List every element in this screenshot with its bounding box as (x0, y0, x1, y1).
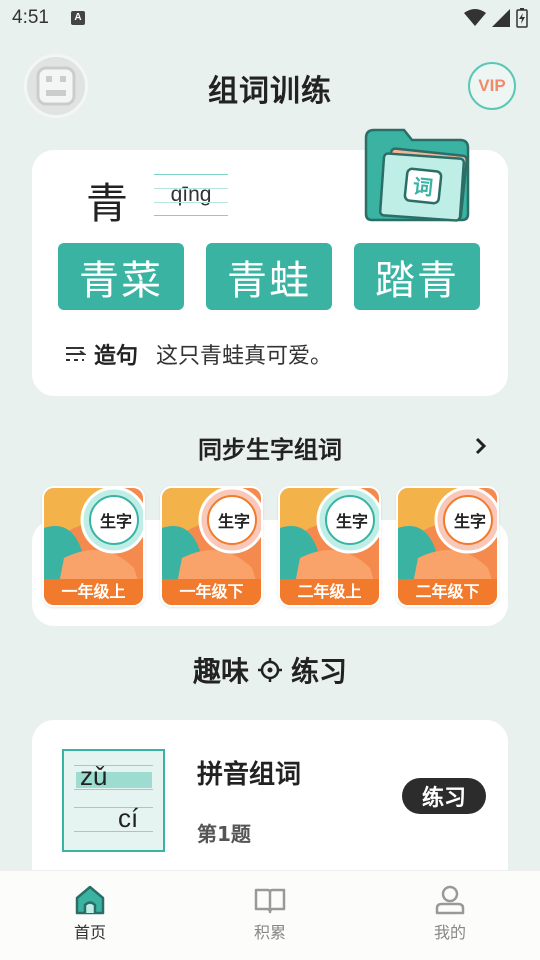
nav-item-home[interactable]: 首页 (30, 885, 150, 943)
thumb-pinyin-1: zǔ (80, 761, 108, 791)
fun-title-right: 练习 (291, 655, 348, 688)
practice-name: 拼音组词 (197, 760, 302, 790)
grade-tile-2[interactable]: 生字 一年级下 (160, 486, 263, 607)
grade-tile-4[interactable]: 生字 二年级下 (396, 486, 499, 607)
thumb-pinyin-2: cí (118, 803, 139, 833)
book-icon (254, 888, 286, 914)
battery-icon (516, 8, 528, 28)
nav-label-accumulate: 积累 (253, 923, 286, 942)
chevron-right-icon[interactable] (472, 436, 488, 456)
word-button-2[interactable]: 青蛙 (206, 243, 332, 310)
grade-seal-text: 生字 (217, 512, 250, 531)
sync-section-title: 同步生字组词 (198, 436, 342, 464)
page-title: 组词训练 (208, 74, 332, 109)
nav-label-mine: 我的 (433, 923, 466, 942)
grade-label: 二年级上 (280, 579, 379, 605)
grade-seal-text: 生字 (453, 512, 486, 531)
sentence-label: 造句 (94, 344, 139, 369)
pinyin-thumbnail: zǔ cí (62, 749, 165, 852)
practice-progress: 第1题 (197, 822, 251, 846)
sentence-text: 这只青蛙真可爱。 (156, 344, 333, 369)
words-row: 青菜 青蛙 踏青 (58, 243, 480, 310)
grade-tile-1[interactable]: 生字 一年级上 (42, 486, 145, 607)
pinyin-label: qīng (154, 174, 228, 216)
grade-row: 生字 一年级上 生字 一年级下 生字 二年级上 生字 二年级下 (42, 486, 499, 607)
practice-button[interactable]: 练习 (402, 778, 486, 814)
practice-card[interactable]: zǔ cí 拼音组词 第1题 练习 (32, 720, 508, 890)
target-icon (258, 658, 282, 682)
nav-item-accumulate[interactable]: 积累 (210, 885, 330, 943)
signal-icon (492, 9, 510, 27)
folder-glyph: 词 (412, 174, 434, 200)
grade-tile-3[interactable]: 生字 二年级上 (278, 486, 381, 607)
word-button-3[interactable]: 踏青 (354, 243, 480, 310)
status-time: 4:51 (12, 7, 49, 28)
home-icon (75, 885, 105, 915)
nav-item-mine[interactable]: 我的 (390, 885, 510, 943)
word-button-1[interactable]: 青菜 (58, 243, 184, 310)
grade-seal-text: 生字 (335, 512, 368, 531)
grade-label: 二年级下 (398, 579, 497, 605)
grade-seal-text: 生字 (99, 512, 132, 531)
nav-label-home: 首页 (73, 923, 106, 942)
sentence-row: 造句 这只青蛙真可爱。 (64, 338, 332, 370)
main-character: 青 (86, 179, 129, 228)
thumb-line (74, 831, 153, 832)
wifi-icon (464, 9, 486, 26)
folder-icon: 词 (364, 128, 470, 222)
notification-icon: A (70, 11, 85, 25)
sentence-icon (66, 347, 86, 361)
header: 组词训练 VIP (0, 54, 540, 118)
fun-title-left: 趣味 (192, 655, 249, 688)
grade-label: 一年级上 (44, 579, 143, 605)
bottom-nav: 首页 积累 我的 (0, 870, 540, 960)
status-icons (464, 8, 528, 28)
person-icon (435, 885, 465, 915)
status-bar: 4:51 A (0, 0, 540, 36)
grade-label: 一年级下 (162, 579, 261, 605)
fun-section-title: 趣味 练习 (0, 650, 540, 690)
word-card: 青 qīng 词 青菜 青蛙 踏青 造句 这只青蛙真可爱。 (32, 128, 508, 396)
thumb-line (74, 807, 153, 808)
vip-button[interactable]: VIP (468, 62, 516, 110)
